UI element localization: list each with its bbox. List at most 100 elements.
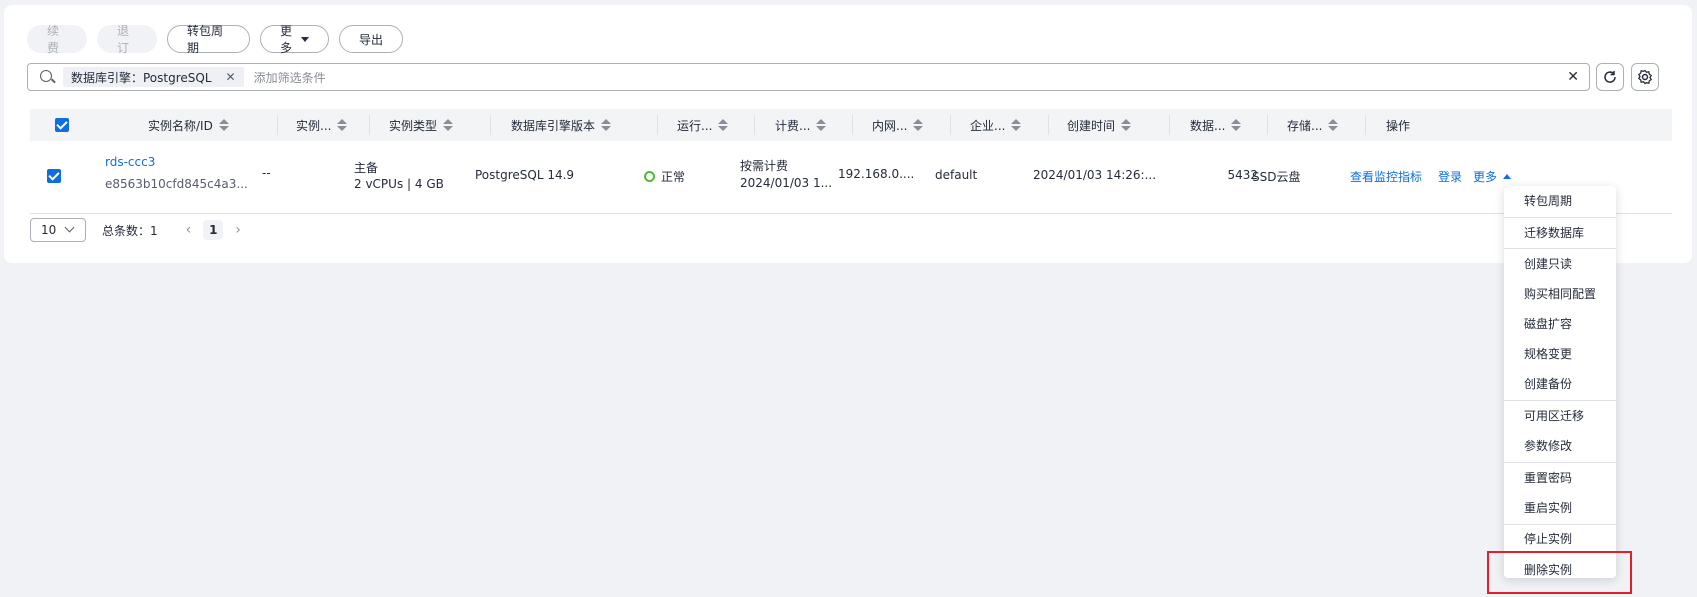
col-storage[interactable]: 存储...: [1268, 109, 1366, 141]
menu-item-buy-same-config[interactable]: 购买相同配置: [1504, 279, 1616, 307]
login-link[interactable]: 登录: [1438, 168, 1462, 185]
instance-name-link[interactable]: rds-ccc3: [105, 155, 155, 169]
row-checkbox[interactable]: [47, 169, 61, 183]
next-page-icon[interactable]: ›: [235, 222, 241, 238]
sort-icon: [816, 119, 827, 131]
col-enterprise[interactable]: 企业...: [951, 109, 1049, 141]
col-operation: 操作: [1366, 109, 1566, 141]
instance-list-card: 续费 退订 转包周期 更多 导出 数据库引擎：PostgreSQL ✕ 添加筛选…: [4, 5, 1692, 263]
menu-item-create-read-replica[interactable]: 创建只读: [1504, 249, 1616, 277]
col-created[interactable]: 创建时间: [1049, 109, 1170, 141]
sort-icon: [1231, 119, 1242, 131]
billing-time: 2024/01/03 1...: [740, 176, 833, 190]
col-status-label: 运行...: [677, 118, 713, 133]
billing-mode: 按需计费: [740, 159, 789, 173]
caret-down-icon: [301, 36, 309, 42]
sort-icon: [718, 119, 729, 131]
renew-button[interactable]: 续费: [27, 24, 87, 55]
col-type[interactable]: 实例类型: [370, 109, 491, 141]
sort-icon: [218, 119, 229, 131]
pagination: 10 总条数：1 ‹ 1 ›: [30, 218, 241, 242]
status: 正常: [644, 168, 685, 185]
menu-item-stop[interactable]: 停止实例: [1504, 524, 1616, 552]
sort-icon: [1121, 119, 1132, 131]
row-more-link[interactable]: 更多: [1473, 168, 1511, 185]
col-engine-label: 数据库引擎版本: [511, 118, 596, 133]
toolbar: 续费 退订 转包周期 更多 导出: [27, 24, 403, 55]
row-checkbox-cell: [47, 169, 61, 183]
col-ip-label: 内网...: [872, 118, 908, 133]
filter-tag-label: 数据库引擎：PostgreSQL: [71, 70, 212, 85]
col-name[interactable]: 实例名称/ID: [94, 109, 278, 141]
created-time: 2024/01/03 14:26:...: [1033, 168, 1157, 182]
enterprise-project: default: [935, 168, 978, 182]
menu-item-change-spec[interactable]: 规格变更: [1504, 339, 1616, 367]
page-size-select[interactable]: 10: [30, 218, 86, 242]
col-desc-label: 实例...: [296, 118, 332, 133]
instance-table: 实例名称/ID 实例... 实例类型 数据库引擎版本 运行... 计费... 内…: [30, 109, 1672, 214]
sort-icon: [913, 119, 924, 131]
select-all-checkbox[interactable]: [55, 118, 69, 132]
view-monitor-link[interactable]: 查看监控指标: [1350, 168, 1422, 185]
col-engine[interactable]: 数据库引擎版本: [491, 109, 658, 141]
instance-id: e8563b10cfd845c4a3...: [105, 177, 248, 191]
instance-type-spec: 2 vCPUs | 4 GB: [354, 177, 444, 191]
table-header: 实例名称/ID 实例... 实例类型 数据库引擎版本 运行... 计费... 内…: [30, 109, 1672, 141]
col-billing[interactable]: 计费...: [755, 109, 853, 141]
storage-type: SSD云盘: [1252, 170, 1301, 184]
sort-icon: [337, 119, 348, 131]
sort-icon: [601, 119, 612, 131]
sort-icon: [1011, 119, 1022, 131]
instance-type-mode: 主备: [354, 161, 379, 175]
menu-item-reset-password[interactable]: 重置密码: [1504, 463, 1616, 491]
search-input[interactable]: 添加筛选条件: [254, 69, 1568, 86]
highlight-box: [1487, 551, 1632, 594]
menu-item-migrate-db[interactable]: 迁移数据库: [1504, 218, 1616, 246]
col-enterprise-label: 企业...: [970, 118, 1006, 133]
table-row: rds-ccc3 e8563b10cfd845c4a3... -- 主备 2 v…: [30, 141, 1672, 214]
select-all-cell: [30, 109, 94, 141]
menu-item-reboot[interactable]: 重启实例: [1504, 493, 1616, 521]
sort-icon: [1328, 119, 1339, 131]
col-status[interactable]: 运行...: [658, 109, 755, 141]
db-port: 5432: [1227, 168, 1258, 182]
caret-up-icon: [1502, 174, 1511, 179]
col-port-label: 数据...: [1190, 118, 1226, 133]
menu-item-create-backup[interactable]: 创建备份: [1504, 369, 1616, 397]
search-icon: [39, 69, 55, 85]
refresh-button[interactable]: [1596, 63, 1624, 91]
page-number-current[interactable]: 1: [203, 220, 224, 240]
page-size-value: 10: [41, 223, 57, 237]
remove-tag-icon[interactable]: ✕: [226, 70, 236, 84]
row-more-label: 更多: [1473, 170, 1498, 184]
clear-icon[interactable]: ✕: [1567, 69, 1579, 85]
status-ok-icon: [644, 171, 655, 182]
private-ip: 192.168.0....: [838, 167, 915, 181]
menu-item-scale-disk[interactable]: 磁盘扩容: [1504, 309, 1616, 337]
col-desc[interactable]: 实例...: [278, 109, 370, 141]
menu-item-to-yearly[interactable]: 转包周期: [1504, 186, 1616, 214]
more-dropdown-menu: 转包周期 迁移数据库 创建只读 购买相同配置 磁盘扩容 规格变更 创建备份 可用…: [1504, 186, 1616, 578]
settings-button[interactable]: [1631, 63, 1659, 91]
col-storage-label: 存储...: [1287, 118, 1323, 133]
col-port[interactable]: 数据...: [1170, 109, 1268, 141]
menu-item-az-migrate[interactable]: 可用区迁移: [1504, 401, 1616, 429]
export-button[interactable]: 导出: [339, 25, 403, 53]
prev-page-icon[interactable]: ‹: [186, 222, 192, 238]
col-name-label: 实例名称/ID: [148, 118, 213, 133]
chevron-down-icon: [64, 222, 75, 233]
more-button[interactable]: 更多: [260, 24, 329, 55]
filter-tag: 数据库引擎：PostgreSQL ✕: [63, 67, 244, 87]
col-billing-label: 计费...: [775, 118, 811, 133]
instance-desc: --: [262, 166, 271, 180]
to-yearly-button[interactable]: 转包周期: [167, 24, 250, 55]
search-bar[interactable]: 数据库引擎：PostgreSQL ✕ 添加筛选条件 ✕: [27, 63, 1590, 91]
unsubscribe-button[interactable]: 退订: [97, 24, 157, 55]
gear-icon: [1637, 69, 1653, 85]
total-count: 总条数：1: [102, 223, 158, 238]
refresh-icon: [1604, 71, 1616, 83]
col-ip[interactable]: 内网...: [853, 109, 951, 141]
menu-item-modify-params[interactable]: 参数修改: [1504, 431, 1616, 459]
more-button-label: 更多: [280, 24, 293, 55]
status-label: 正常: [661, 170, 686, 184]
